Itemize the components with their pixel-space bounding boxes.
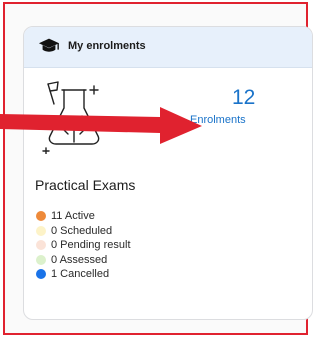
lab-flask-icon [42,81,100,154]
status-dot [36,254,46,265]
status-label: 0 Pending result [51,239,131,252]
status-legend: 11 Active 0 Scheduled 0 Pending result 0… [36,209,131,282]
practical-exams-title: Practical Exams [35,177,136,193]
status-item-pending: 0 Pending result [36,238,131,253]
card-title: My enrolments [68,40,146,52]
status-dot [36,211,46,222]
graduation-cap-icon [38,38,60,52]
card-header: My enrolments [24,27,312,68]
status-dot [36,269,46,280]
status-label: 11 Active [51,210,95,223]
status-dot [36,225,46,236]
status-item-assessed: 0 Assessed [36,253,131,268]
enrolments-count-label: Enrolments [190,114,246,126]
status-label: 1 Cancelled [51,268,110,281]
status-item-active: 11 Active [36,209,131,224]
status-dot [36,240,46,251]
status-item-cancelled: 1 Cancelled [36,267,131,282]
status-item-scheduled: 0 Scheduled [36,224,131,239]
status-label: 0 Scheduled [51,224,113,237]
status-label: 0 Assessed [51,253,108,266]
enrolments-count: 12 [232,86,256,109]
